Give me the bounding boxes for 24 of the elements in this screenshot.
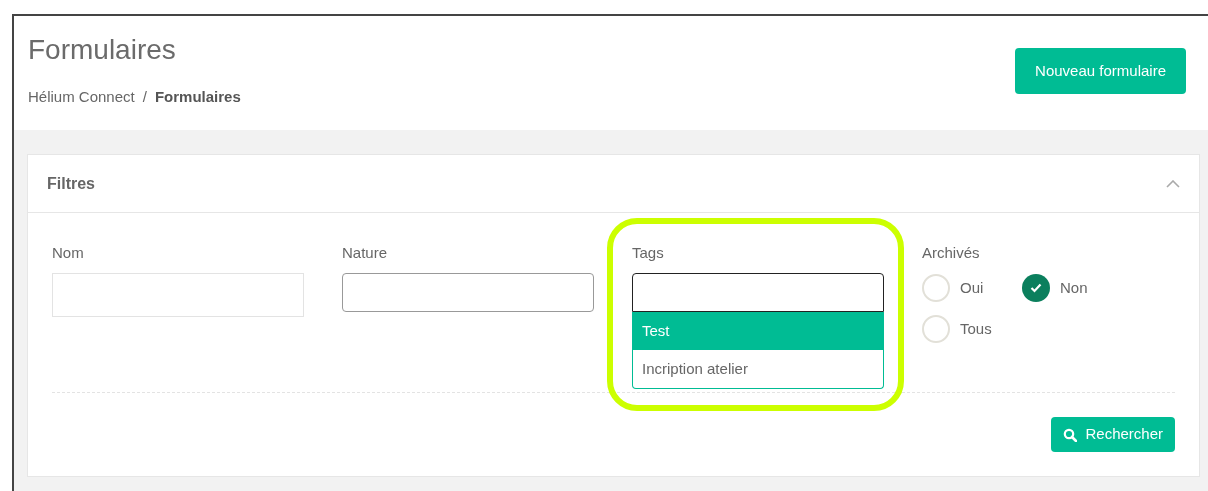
page-title: Formulaires [28,36,177,64]
radio-label: Non [1060,277,1088,298]
radio-button[interactable] [922,315,950,343]
field-label: Archivés [922,243,981,263]
field-label: Nom [52,243,85,263]
field-label: Nature [342,243,389,263]
breadcrumb-separator: / [142,87,147,107]
input-field[interactable] [342,273,594,312]
chevron-up-icon[interactable] [1166,179,1180,188]
breadcrumb-current: Formulaires [154,87,241,107]
field-label: Tags [632,243,665,263]
search-icon [1063,427,1078,442]
breadcrumb-link[interactable]: Hélium Connect [28,86,135,109]
check-icon [1030,283,1042,293]
search-button[interactable]: Rechercher [1051,417,1175,452]
dropdown-option[interactable]: Test [633,312,883,350]
card-title: Filtres [47,173,95,194]
radio-label: Tous [960,318,992,339]
radio-button[interactable] [1022,274,1050,302]
dropdown-option[interactable]: Incription atelier [633,350,883,388]
radio-label: Oui [960,277,984,298]
radio-button[interactable] [922,274,950,302]
dropdown-field[interactable] [632,273,884,312]
new-form-button[interactable]: Nouveau formulaire [1015,48,1186,94]
